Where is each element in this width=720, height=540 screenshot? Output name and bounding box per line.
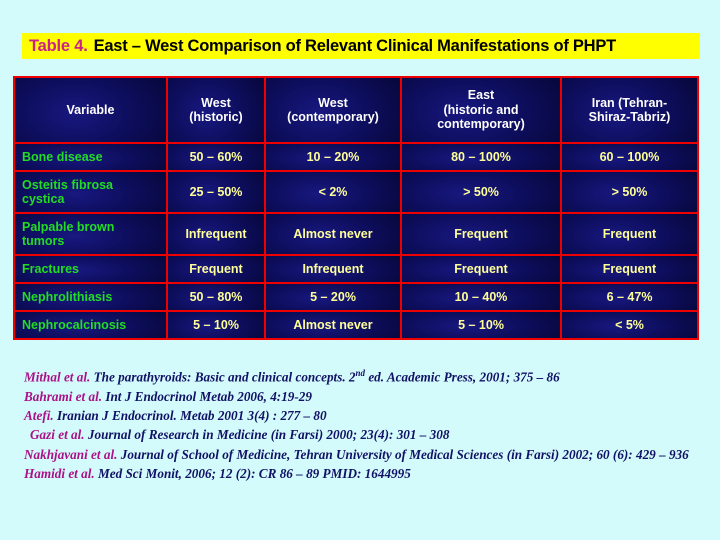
- column-header-line: Iran (Tehran-: [591, 95, 668, 110]
- row-label-line: Nephrolithiasis: [22, 289, 113, 304]
- row-label-line: tumors: [22, 234, 65, 248]
- reference-author: Bahrami et al.: [24, 388, 103, 404]
- cell-east-3: Frequent: [400, 212, 562, 256]
- cell-west-contemporary-5: 5 – 20%: [264, 282, 402, 312]
- reference-citation: Journal of Research in Medicine (in Fars…: [84, 427, 450, 443]
- cell-west-historic-1: 50 – 60%: [166, 142, 266, 172]
- reference-item: Mithal et al. The parathyroids: Basic an…: [24, 364, 704, 387]
- column-header-line: contemporary): [437, 117, 525, 132]
- page-title: East – West Comparison of Relevant Clini…: [93, 36, 617, 55]
- column-header-line: Shiraz-Tabriz): [588, 110, 671, 124]
- table-row: Nephrolithiasis 50 – 80% 5 – 20% 10 – 40% 6 …: [13, 282, 699, 312]
- cell-west-historic-5: 50 – 80%: [166, 282, 266, 312]
- row-label-line: Fractures: [22, 261, 79, 276]
- table-row: Bone disease 50 – 60% 10 – 20% 80 – 100% 60 …: [13, 142, 699, 172]
- references-list: Mithal et al. The parathyroids: Basic an…: [24, 364, 704, 483]
- reference-citation: Med Sci Monit, 2006; 12 (2): CR 86 – 89 …: [94, 465, 411, 481]
- cell-iran-2: > 50%: [560, 170, 699, 214]
- reference-author: Mithal et al.: [24, 369, 91, 385]
- cell-west-contemporary-3: Almost never: [264, 212, 402, 256]
- cell-iran-5: 6 – 47%: [560, 282, 699, 312]
- cell-west-contemporary-4: Infrequent: [264, 254, 402, 284]
- row-label-5: Nephrolithiasis: [13, 282, 168, 312]
- table-header: Variable West (historic) West (contemporar…: [13, 76, 699, 144]
- row-label-1: Bone disease: [13, 142, 168, 172]
- column-header-line: East: [467, 88, 495, 103]
- column-header-west-contemporary: West (contemporary): [264, 76, 402, 144]
- reference-author: Nakhjavani et al.: [24, 446, 118, 462]
- reference-author: Gazi et al.: [30, 427, 85, 443]
- reference-item: Hamidi et al. Med Sci Monit, 2006; 12 (2…: [24, 464, 704, 483]
- cell-east-1: 80 – 100%: [400, 142, 562, 172]
- column-header-iran: Iran (Tehran- Shiraz-Tabriz): [560, 76, 699, 144]
- table-header-row: Variable West (historic) West (contemporar…: [13, 76, 699, 144]
- cell-east-6: 5 – 10%: [400, 310, 562, 340]
- column-header-line: West: [201, 95, 231, 110]
- table-row: Palpable brown tumors Infrequent Almost nev…: [13, 212, 699, 256]
- reference-citation-tail: ed. Academic Press, 2001; 375 – 86: [365, 369, 560, 385]
- reference-superscript: nd: [355, 368, 366, 378]
- row-label-line: cystica: [22, 192, 65, 206]
- cell-west-historic-4: Frequent: [166, 254, 266, 284]
- table-row: Nephrocalcinosis 5 – 10% Almost never 5 – 1…: [13, 310, 699, 340]
- row-label-line: Osteitis fibrosa: [22, 177, 113, 192]
- cell-east-4: Frequent: [400, 254, 562, 284]
- reference-item: Gazi et al. Journal of Research in Medic…: [24, 425, 704, 444]
- column-header-line: West: [318, 95, 348, 110]
- row-label-3: Palpable brown tumors: [13, 212, 168, 256]
- cell-west-historic-6: 5 – 10%: [166, 310, 266, 340]
- cell-iran-4: Frequent: [560, 254, 699, 284]
- row-label-4: Fractures: [13, 254, 168, 284]
- clinical-manifestations-table: Variable West (historic) West (contemporar…: [13, 76, 699, 340]
- reference-item: Nakhjavani et al. Journal of School of M…: [24, 445, 704, 464]
- reference-author: Atefi.: [24, 407, 54, 423]
- row-label-line: Palpable brown: [22, 219, 115, 234]
- column-header-line: (historic): [189, 110, 243, 124]
- cell-east-5: 10 – 40%: [400, 282, 562, 312]
- column-header-line: (contemporary): [287, 110, 379, 124]
- table-number-label: Table 4.: [29, 36, 88, 55]
- cell-west-contemporary-6: Almost never: [264, 310, 402, 340]
- reference-item: Bahrami et al. Int J Endocrinol Metab 20…: [24, 387, 704, 406]
- cell-east-2: > 50%: [400, 170, 562, 214]
- cell-west-contemporary-1: 10 – 20%: [264, 142, 402, 172]
- reference-citation: Int J Endocrinol Metab 2006, 4:19-29: [102, 388, 312, 404]
- table-body: Bone disease 50 – 60% 10 – 20% 80 – 100% 60 …: [13, 142, 699, 340]
- table-row: Fractures Frequent Infrequent Frequent Frequ…: [13, 254, 699, 284]
- column-header-line: Variable: [66, 102, 115, 117]
- row-label-line: Nephrocalcinosis: [22, 317, 127, 332]
- reference-citation: The parathyroids: Basic and clinical con…: [90, 369, 356, 385]
- column-header-east: East (historic and contemporary): [400, 76, 562, 144]
- cell-west-historic-3: Infrequent: [166, 212, 266, 256]
- row-label-line: Bone disease: [22, 149, 103, 164]
- column-header-variable: Variable: [13, 76, 168, 144]
- reference-item: Atefi. Iranian J Endocrinol. Metab 2001 …: [24, 406, 704, 425]
- table-row: Osteitis fibrosa cystica 25 – 50% < 2% > 50%…: [13, 170, 699, 214]
- reference-citation: Journal of School of Medicine, Tehran Un…: [117, 446, 689, 462]
- column-header-line: (historic and: [443, 102, 519, 117]
- row-label-2: Osteitis fibrosa cystica: [13, 170, 168, 214]
- cell-iran-6: < 5%: [560, 310, 699, 340]
- table-title-bar: Table 4. East – West Comparison of Relev…: [22, 33, 700, 59]
- column-header-west-historic: West (historic): [166, 76, 266, 144]
- cell-iran-3: Frequent: [560, 212, 699, 256]
- reference-citation: Iranian J Endocrinol. Metab 2001 3(4) : …: [53, 407, 327, 423]
- cell-west-contemporary-2: < 2%: [264, 170, 402, 214]
- cell-west-historic-2: 25 – 50%: [166, 170, 266, 214]
- row-label-6: Nephrocalcinosis: [13, 310, 168, 340]
- reference-author: Hamidi et al.: [24, 465, 95, 481]
- cell-iran-1: 60 – 100%: [560, 142, 699, 172]
